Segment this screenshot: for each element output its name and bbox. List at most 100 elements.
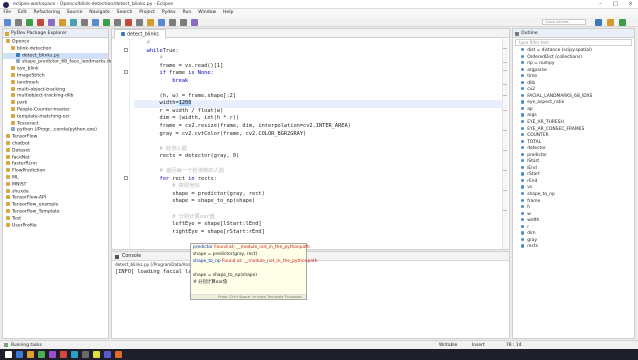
- menu-edit[interactable]: Edit: [14, 9, 30, 17]
- taskbar-app-icon[interactable]: [71, 351, 78, 358]
- tree-item[interactable]: ImageStitch: [3, 72, 108, 80]
- taskbar-app-icon[interactable]: [104, 351, 111, 358]
- toolbar-button[interactable]: [180, 18, 187, 26]
- taskbar-app-icon[interactable]: [115, 351, 122, 358]
- code-area[interactable]: # whileTrue: # frame = vs.read()[1] if f…: [134, 40, 502, 248]
- toolbar-button[interactable]: [158, 18, 165, 26]
- menu-project[interactable]: Project: [136, 9, 159, 17]
- taskbar-app-icon[interactable]: [16, 351, 23, 358]
- menu-help[interactable]: Help: [220, 9, 237, 17]
- package-explorer-tab[interactable]: PyDev Package Explorer: [3, 29, 108, 38]
- tree-item-label: TensorFlow-API: [12, 195, 47, 201]
- tree-item[interactable]: shuxda: [3, 188, 108, 196]
- close-button[interactable]: ×: [623, 0, 638, 9]
- folder-icon: [11, 106, 15, 111]
- tree-item[interactable]: Test: [3, 215, 108, 223]
- taskbar-app-icon[interactable]: [27, 351, 34, 358]
- outline-item-label: ap: [527, 107, 533, 113]
- tree-item[interactable]: template-matching-ocr: [3, 113, 108, 121]
- tree-item[interactable]: eye_blink: [3, 66, 108, 73]
- tree-item[interactable]: multi-object-tracking: [3, 86, 108, 94]
- toolbar-button[interactable]: [169, 18, 176, 26]
- autocomplete-popup[interactable]: predictor Found at: __module_not_in_the_…: [190, 243, 317, 300]
- toolbar-button[interactable]: [70, 18, 77, 26]
- tree-item-label: shuxda: [12, 189, 29, 195]
- tree-item[interactable]: Tesseract: [3, 120, 108, 128]
- toolbar-button[interactable]: [26, 18, 33, 26]
- tree-item[interactable]: shape_predictor_68_face_landmarks.dat: [3, 59, 115, 66]
- quick-access-input[interactable]: Quick Access: [542, 19, 586, 25]
- tree-item[interactable]: Opencv: [3, 39, 108, 46]
- perspective-button[interactable]: [607, 18, 614, 26]
- toolbar-button[interactable]: [48, 18, 55, 26]
- toolbar-button[interactable]: [37, 18, 44, 26]
- toolbar-button[interactable]: [125, 18, 132, 26]
- tree-item[interactable]: multiobject-tracking-dlib: [3, 93, 108, 100]
- fold-marker[interactable]: [124, 47, 128, 52]
- toolbar-button[interactable]: [4, 18, 11, 26]
- tree-item[interactable]: MNIST: [3, 181, 108, 189]
- toolbar-button[interactable]: [191, 18, 198, 26]
- tree-item[interactable]: Tensorflow_Template: [3, 208, 108, 216]
- tree-item[interactable]: Tensorflow_example: [3, 202, 108, 209]
- toolbar-button[interactable]: [136, 18, 143, 26]
- code-token: True:: [162, 47, 179, 54]
- toolbar-button[interactable]: [147, 18, 154, 26]
- taskbar-app-icon[interactable]: [49, 351, 56, 358]
- tree-item[interactable]: fasterRcnn: [3, 161, 108, 168]
- toolbar-button[interactable]: [59, 18, 66, 26]
- tree-item[interactable]: ML: [3, 174, 108, 182]
- tree-item[interactable]: UserProfile: [3, 222, 108, 230]
- menu-file[interactable]: File: [0, 9, 14, 17]
- autocomplete-item[interactable]: shape_to_np Found at: __module_not_in_th…: [191, 258, 317, 265]
- taskbar-app-icon[interactable]: [82, 351, 89, 358]
- taskbar-app-icon[interactable]: [93, 351, 100, 358]
- tree-item[interactable]: TensorFlow-API: [3, 195, 108, 202]
- running-tasks-label[interactable]: Running tasks: [11, 343, 42, 348]
- tree-item[interactable]: python (/Progr...conda/python.exe): [3, 127, 108, 134]
- console-tab-label[interactable]: Console: [122, 254, 141, 259]
- tree-item[interactable]: faceNet: [3, 154, 108, 162]
- tree-item[interactable]: TensorFlow: [3, 134, 108, 141]
- menu-window[interactable]: Window: [195, 9, 220, 17]
- outline-filter-input[interactable]: type filter text: [515, 39, 632, 46]
- tree-item[interactable]: blink-detection: [3, 45, 108, 53]
- maximize-button[interactable]: □: [608, 0, 623, 9]
- minimize-button[interactable]: –: [593, 0, 608, 9]
- console-output: [INFO] loading facial la: [115, 269, 192, 275]
- tree-item[interactable]: chatbot: [3, 140, 108, 148]
- editor-tab-detect-blinks[interactable]: detect_blinks: [114, 29, 166, 38]
- taskbar-app-icon[interactable]: [38, 351, 45, 358]
- menu-source[interactable]: Source: [63, 9, 86, 17]
- tree-item[interactable]: Dataset: [3, 147, 108, 155]
- autocomplete-detail: shape = predictor(gray, rect): [193, 252, 258, 257]
- toolbar-button[interactable]: [114, 18, 121, 26]
- tree-item[interactable]: FlowPrediction: [3, 168, 108, 175]
- autocomplete-item[interactable]: shape = shape_to_np(shape): [191, 272, 306, 279]
- outline-tab[interactable]: Outline: [513, 29, 634, 38]
- outline-item[interactable]: rects: [513, 244, 634, 251]
- autocomplete-item[interactable]: predictor Found at: __module_not_in_the_…: [191, 244, 310, 251]
- menu-navigate[interactable]: Navigate: [86, 9, 113, 17]
- toolbar-button[interactable]: [81, 18, 88, 26]
- tree-item[interactable]: landmark: [3, 79, 108, 87]
- autocomplete-item[interactable]: shape = predictor(gray, rect): [191, 251, 306, 258]
- perspective-button[interactable]: [595, 18, 602, 26]
- menu-pydev[interactable]: Pydev: [158, 9, 179, 17]
- fold-marker[interactable]: [124, 70, 128, 75]
- menu-refactoring[interactable]: Refactoring: [30, 9, 63, 17]
- autocomplete-item[interactable]: [191, 265, 306, 272]
- taskbar-app-icon[interactable]: [5, 351, 12, 358]
- taskbar-app-icon[interactable]: [60, 351, 67, 358]
- autocomplete-item[interactable]: # 分别计算ear值: [191, 279, 306, 286]
- toolbar-button[interactable]: [103, 18, 110, 26]
- fold-marker[interactable]: [124, 175, 128, 180]
- perspective-button[interactable]: [619, 18, 626, 26]
- menu-search[interactable]: Search: [113, 9, 136, 17]
- tree-item[interactable]: detect_blinks.py: [3, 52, 108, 60]
- toolbar-button[interactable]: [15, 18, 22, 26]
- tree-item[interactable]: People-Counter-master: [3, 106, 108, 114]
- toolbar-button[interactable]: [92, 18, 99, 26]
- menu-run[interactable]: Run: [179, 9, 195, 17]
- tree-item[interactable]: park: [3, 100, 108, 107]
